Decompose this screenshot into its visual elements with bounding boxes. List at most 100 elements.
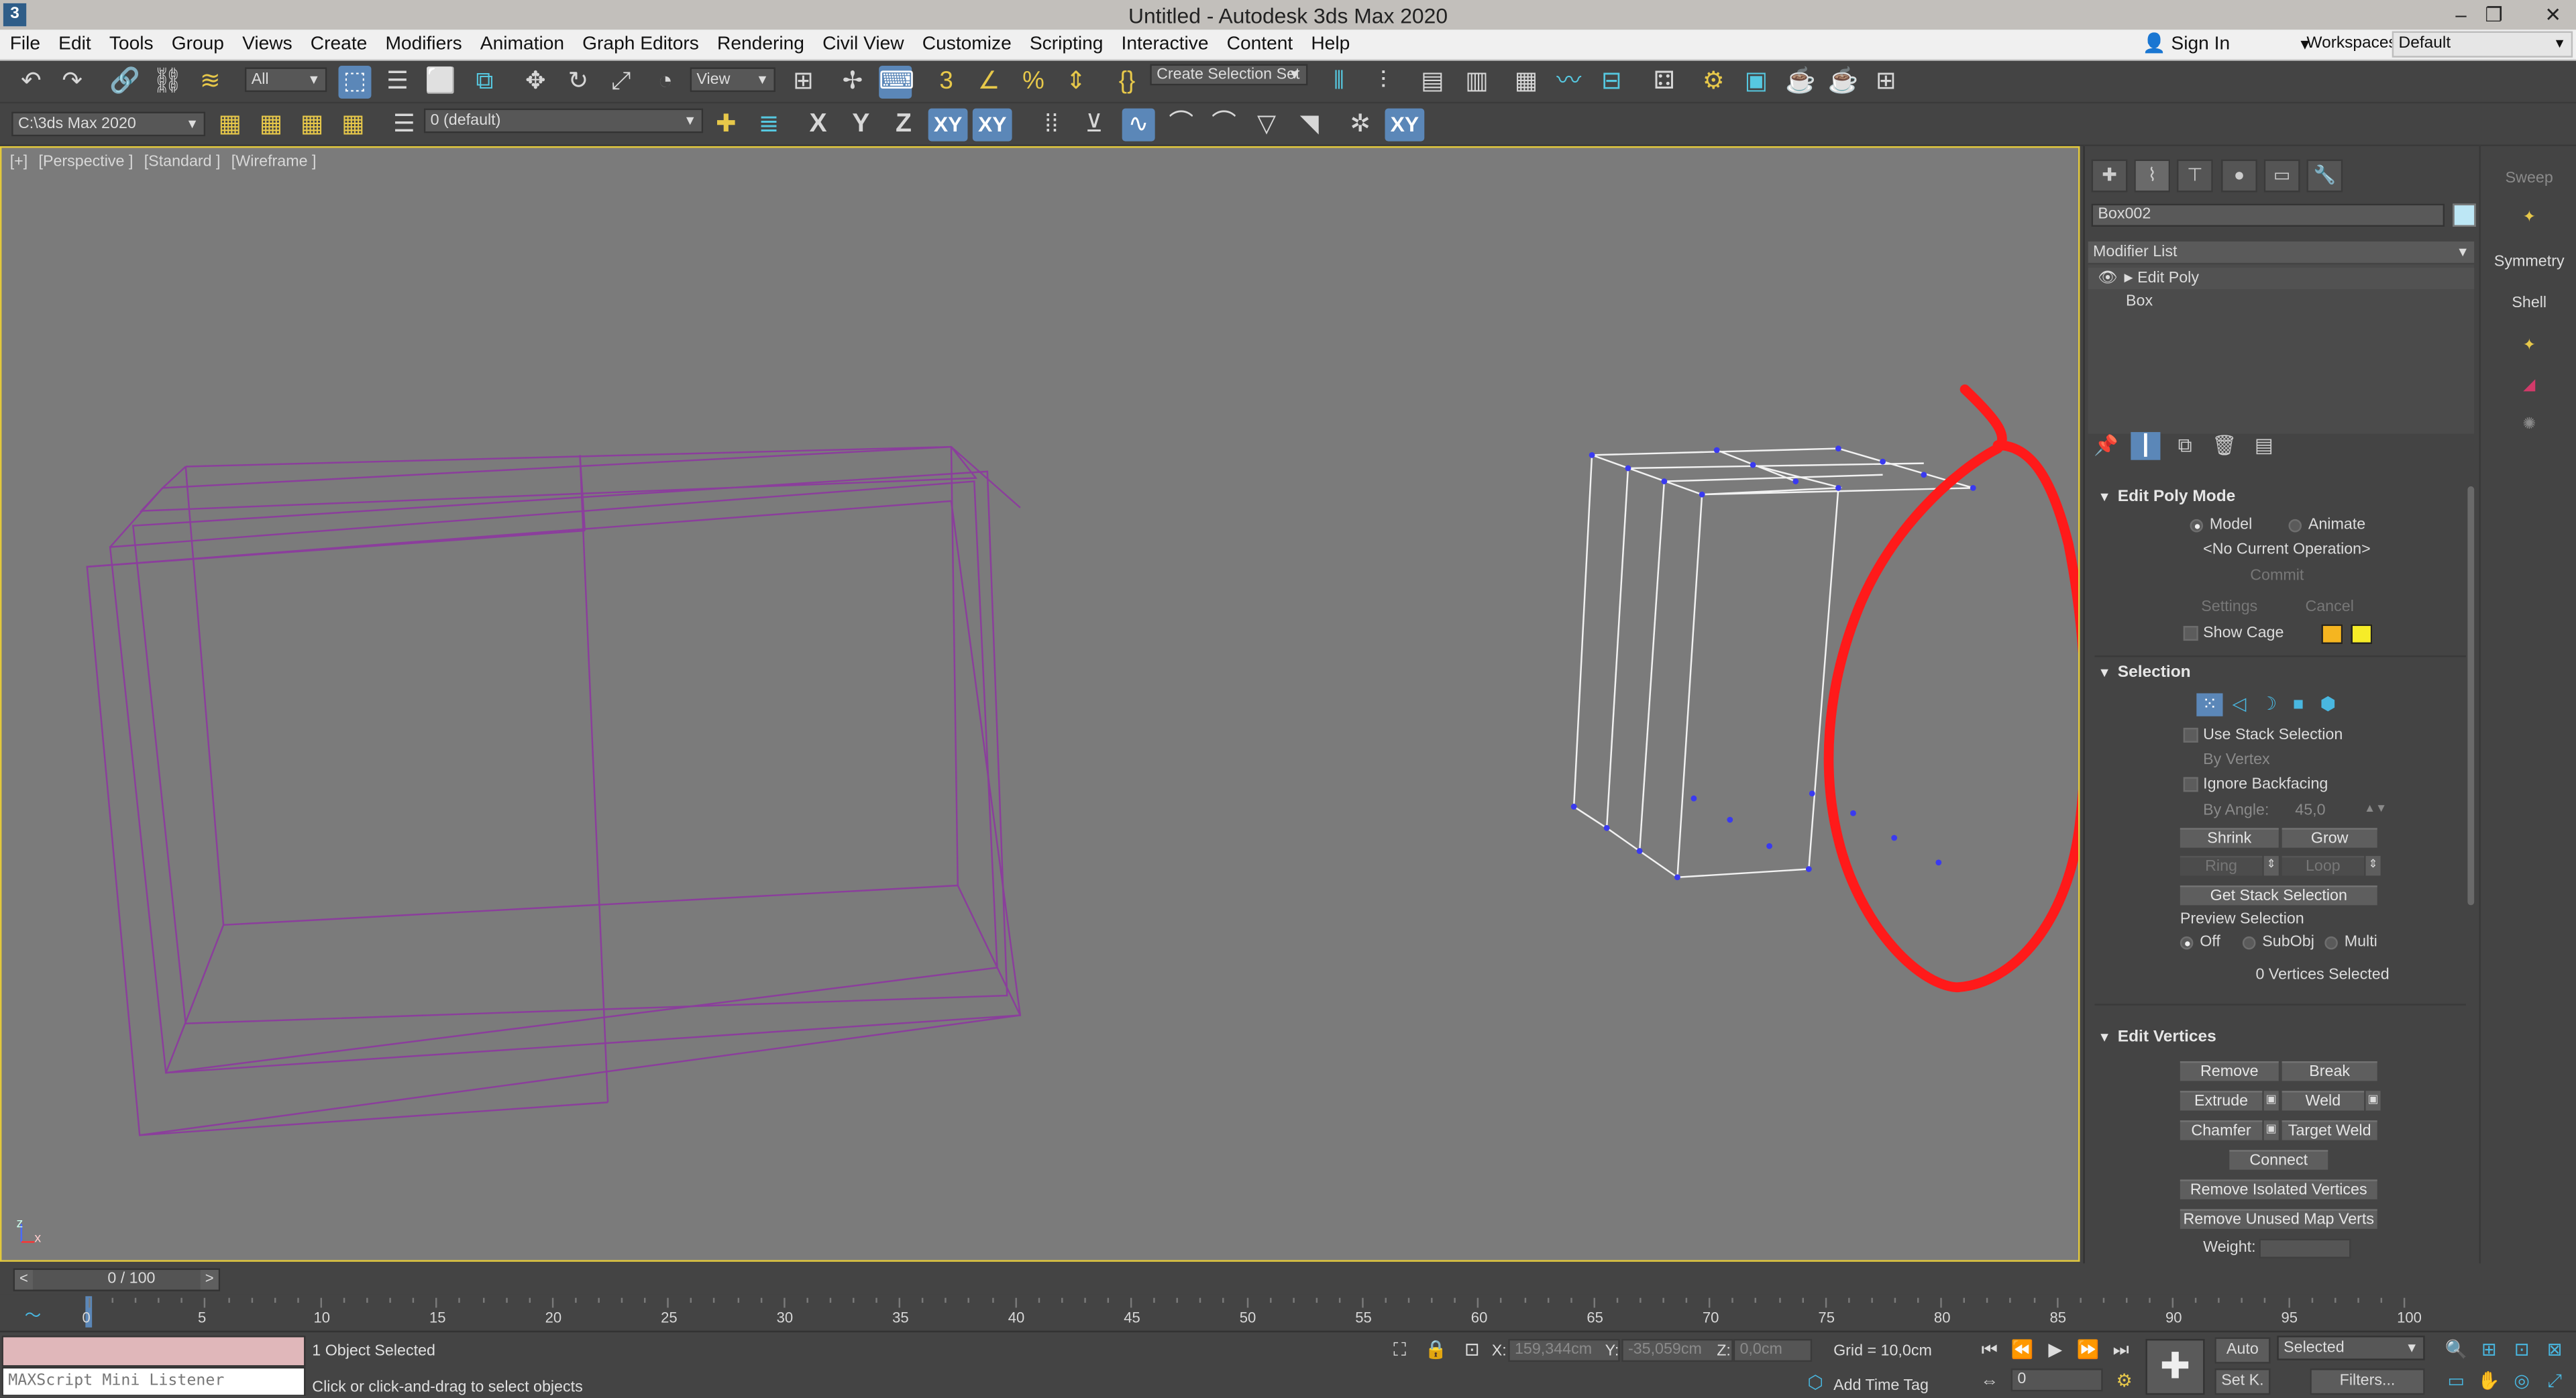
snap-face-icon[interactable]: ⌒ [1208,109,1240,142]
menu-animation[interactable]: Animation [474,32,571,60]
rectangular-selection-icon[interactable]: ⬜ [424,66,457,99]
schematic-view-icon[interactable]: ⊟ [1595,66,1628,99]
purple-box-wireframe[interactable] [86,445,1022,1136]
vertex-mode-icon[interactable]: ⁙ [2196,693,2223,716]
isolate-selection-icon[interactable]: ⛶ [1385,1337,1415,1363]
link-icon[interactable]: 🔗 [109,66,142,99]
ring-button[interactable]: Ring [2180,855,2263,876]
shrink-button[interactable]: Shrink [2180,828,2279,848]
move-icon[interactable]: ✥ [519,66,552,99]
constraint-xy-button[interactable]: XY [1385,108,1425,142]
grow-button[interactable]: Grow [2282,828,2377,848]
previous-frame-button[interactable]: < [15,1270,33,1290]
axis-y-button[interactable]: Y [845,109,877,142]
zoom-extents-all-icon[interactable]: ⊠ [2540,1337,2569,1363]
export-icon[interactable]: ▦ [337,109,370,142]
menu-interactive[interactable]: Interactive [1115,32,1216,60]
rendered-frame-window-icon[interactable]: ▣ [1739,66,1772,99]
render-cloud-icon[interactable]: ⊞ [1870,66,1902,99]
eye-icon[interactable]: 👁 [2098,268,2118,289]
polygon-mode-icon[interactable]: ■ [2286,693,2312,716]
loop-spinner-icon[interactable]: ⇕ [2365,855,2381,876]
weld-settings-icon[interactable]: ▣ [2365,1091,2381,1111]
menu-views[interactable]: Views [235,32,299,60]
pan-icon[interactable]: ✋ [2474,1368,2504,1395]
settings-button[interactable]: Settings [2180,598,2279,617]
by-angle-value[interactable]: 45,0 [2295,802,2325,821]
modifier-list-dropdown[interactable]: Modifier List ▼ [2088,241,2475,263]
keyboard-shortcut-override-icon[interactable]: ⌨ [879,65,914,99]
mirror-icon[interactable]: ⫴ [1322,66,1355,99]
snap-grid-icon[interactable]: ⁞⁞ [1035,109,1068,142]
zoom-icon[interactable]: 🔍 [2441,1337,2471,1363]
menu-civil-view[interactable]: Civil View [816,32,910,60]
pin-stack-icon[interactable]: 📌 [2092,432,2121,460]
weld-button[interactable]: Weld [2282,1091,2365,1111]
rotate-icon[interactable]: ↻ [562,66,595,99]
spinner-arrows-icon[interactable]: ▲▼ [2364,800,2387,820]
zoom-all-icon[interactable]: ⊞ [2474,1337,2504,1363]
element-mode-icon[interactable]: ⬢ [2315,693,2341,716]
workspaces-dropdown[interactable]: Default ▼ [2392,31,2573,58]
modifier-icon[interactable]: ◢ [2481,376,2576,394]
menu-content[interactable]: Content [1220,32,1299,60]
layer-manager-icon[interactable]: ≣ [753,109,786,142]
ring-spinner-icon[interactable]: ⇕ [2263,855,2279,876]
named-selection-dropdown[interactable]: Create Selection Set ▼ [1150,64,1308,86]
commit-button[interactable]: Commit [2228,567,2326,586]
absolute-offset-icon[interactable]: ⊡ [1457,1337,1487,1363]
time-config-icon[interactable]: ⚙ [2110,1368,2139,1395]
chamfer-settings-icon[interactable]: ▣ [2263,1120,2279,1140]
next-key-icon[interactable]: ⏩ [2074,1337,2103,1363]
stack-item-box[interactable]: Box [2088,290,2475,312]
menu-modifiers[interactable]: Modifiers [379,32,469,60]
edge-mode-icon[interactable]: ◁ [2226,693,2252,716]
snap-midpoint-icon[interactable]: ▽ [1250,109,1283,142]
connect-button[interactable]: Connect [2229,1150,2328,1170]
window-crossing-icon[interactable]: ⧉ [468,66,501,99]
extrude-button[interactable]: Extrude [2180,1091,2263,1111]
toggle-ribbon-icon[interactable]: ▥ [1460,66,1493,99]
object-color-swatch[interactable] [2453,203,2476,227]
curve-editor-icon[interactable]: 〰 [1552,66,1585,99]
modify-tab-icon[interactable]: ⌇ [2134,159,2171,193]
axis-x-button[interactable]: X [802,109,835,142]
select-object-icon[interactable]: ⬚ [338,65,372,99]
add-time-tag-label[interactable]: Add Time Tag [1833,1377,1929,1395]
utilities-tab-icon[interactable]: 🔧 [2306,159,2343,193]
show-cage-checkbox[interactable] [2183,626,2198,641]
expand-triangle-icon[interactable]: ▶ [2125,268,2133,289]
save-file-icon[interactable]: ▦ [255,109,288,142]
scale-icon[interactable]: ⤢ [604,66,637,99]
next-frame-button[interactable]: > [200,1270,219,1290]
configure-modifier-sets-icon[interactable]: ▤ [2249,432,2279,460]
modifier-icon[interactable]: ✦ [2481,337,2576,355]
snap-pivot-icon[interactable]: ∿ [1122,108,1155,142]
border-mode-icon[interactable]: ☽ [2255,693,2282,716]
key-filters-button[interactable]: Filters... [2310,1368,2425,1395]
remove-isolated-vertices-button[interactable]: Remove Isolated Vertices [2180,1179,2377,1199]
remove-modifier-icon[interactable]: 🗑 [2210,432,2239,460]
maximize-viewport-icon[interactable]: ⤢ [2540,1368,2569,1395]
ignore-backfacing-checkbox[interactable] [2183,777,2198,792]
layers-icon[interactable]: ☰ [388,109,421,142]
unlink-icon[interactable]: ⛓ [151,66,184,99]
menu-create[interactable]: Create [304,32,374,60]
key-mode-icon[interactable]: ⇔ [1975,1368,2004,1395]
project-folder-dropdown[interactable]: C:\3ds Max 2020 ▼ [11,111,206,137]
axis-xy-cycle-button[interactable]: XY [972,108,1012,142]
rollout-selection[interactable]: ▼ Selection [2088,662,2469,685]
show-end-result-icon[interactable]: ┃ [2131,432,2161,460]
redo-icon[interactable]: ↷ [56,66,89,99]
snaps-toggle-icon[interactable]: 3 [930,66,963,99]
menu-file[interactable]: File [3,32,47,60]
modifier-icon[interactable]: ✦ [2481,209,2576,227]
make-unique-icon[interactable]: ⧉ [2170,432,2200,460]
perspective-viewport[interactable]: [+] [Perspective ] [Standard ] [Wirefram… [0,146,2080,1262]
reference-coordinate-dropdown[interactable]: View ▼ [690,67,775,93]
get-stack-selection-button[interactable]: Get Stack Selection [2180,885,2377,906]
menu-rendering[interactable]: Rendering [710,32,811,60]
set-key-big-icon[interactable]: ✚ [2145,1338,2205,1395]
preview-off-radio[interactable] [2180,936,2194,950]
model-radio[interactable] [2190,519,2204,533]
